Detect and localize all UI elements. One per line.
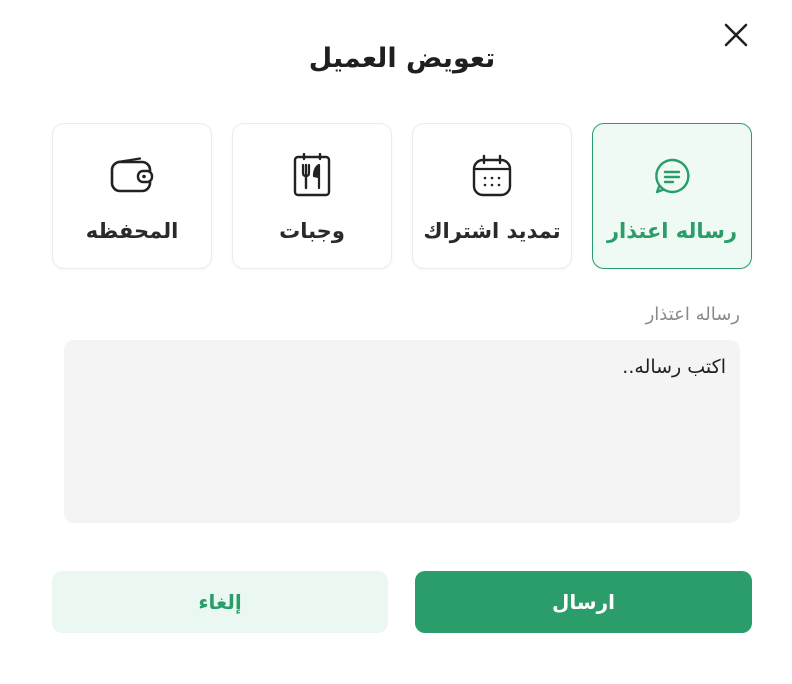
option-card-wallet[interactable]: المحفظه — [52, 123, 212, 269]
dialog-title: تعويض العميل — [308, 43, 496, 74]
message-field-label: رساله اعتذار — [645, 304, 740, 325]
option-label: رساله اعتذار — [606, 219, 738, 243]
option-label: تمديد اشتراك — [423, 219, 561, 243]
wallet-icon — [53, 152, 211, 200]
option-card-apology-message[interactable]: رساله اعتذار — [592, 123, 752, 269]
option-label: المحفظه — [85, 219, 179, 243]
send-button[interactable]: ارسال — [415, 571, 752, 633]
option-label: وجبات — [279, 219, 345, 243]
option-card-extend-subscription[interactable]: تمديد اشتراك — [412, 123, 572, 269]
fork-knife-icon — [233, 152, 391, 200]
cancel-button[interactable]: إلغاء — [52, 571, 388, 633]
apology-message-textarea[interactable] — [64, 340, 740, 523]
calendar-icon — [413, 152, 571, 200]
option-card-meals[interactable]: وجبات — [232, 123, 392, 269]
chat-message-icon — [593, 152, 751, 200]
